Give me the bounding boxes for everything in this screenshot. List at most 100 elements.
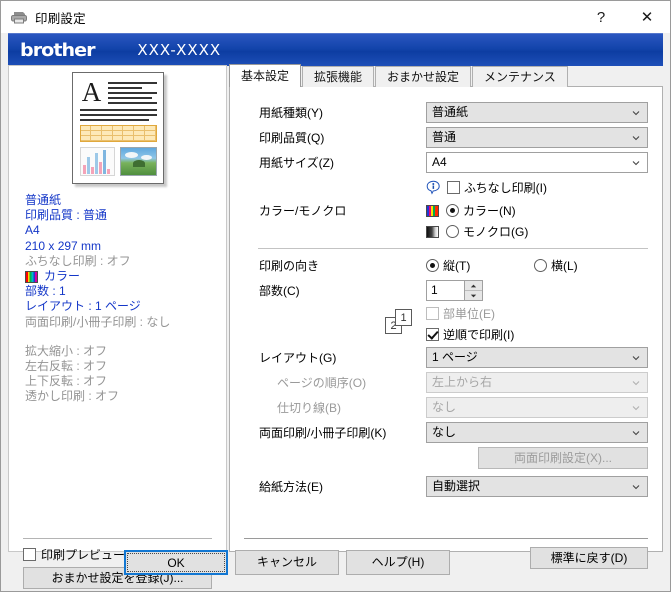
landscape-label: 横(L) [551, 259, 578, 273]
radio-dot [446, 225, 459, 238]
collate-checkbox[interactable]: 部単位(E) [426, 305, 495, 322]
mono-swatch-icon [426, 225, 439, 238]
window-title: 印刷設定 [35, 11, 86, 26]
paper-size-select[interactable]: A4 [426, 152, 648, 173]
media-type-select[interactable]: 普通紙 [426, 102, 648, 123]
border-line-value: なし [432, 400, 457, 414]
layout-select[interactable]: 1 ページ [426, 347, 648, 368]
copies-stepper[interactable]: 1 [426, 280, 483, 301]
dialog-footer: OK キャンセル ヘルプ(H) [8, 542, 663, 584]
collate-label: 部単位(E) [443, 307, 495, 321]
color-option-label: カラー(N) [463, 204, 516, 218]
row-print-quality: 印刷品質(Q) 普通 [244, 125, 648, 150]
row-duplex: 両面印刷/小冊子印刷(K) なし [244, 420, 648, 445]
radio-mono[interactable]: モノクロ(G) [446, 223, 528, 240]
paper-source-value: 自動選択 [432, 479, 481, 493]
chevron-down-icon [632, 354, 640, 362]
divider [244, 538, 648, 539]
chevron-down-icon [632, 404, 640, 412]
paper-source-select[interactable]: 自動選択 [426, 476, 648, 497]
stepper-arrows[interactable] [464, 281, 482, 300]
row-duplex-settings: 両面印刷設定(X)... [244, 445, 648, 470]
radio-dot [446, 204, 459, 217]
layout-label: レイアウト(G) [259, 351, 337, 365]
page-sequence-label: ページの順序(O) [277, 376, 367, 390]
chevron-down-icon [632, 134, 640, 142]
summary-item: 拡大縮小 : オフ [25, 343, 108, 358]
divider [23, 538, 212, 539]
page-sequence-select: 左上から右 [426, 372, 648, 393]
chevron-down-icon [632, 483, 640, 491]
tab-advanced[interactable]: 拡張機能 [302, 66, 375, 87]
tab-basic[interactable]: 基本設定 [229, 64, 302, 87]
summary-item: 左右反転 : オフ [25, 359, 108, 374]
help-button[interactable]: ? [578, 1, 624, 33]
summary-item: 普通紙 [25, 193, 62, 207]
page-order-icon: 2 1 [385, 309, 415, 335]
duplex-settings-button: 両面印刷設定(X)... [478, 446, 648, 469]
reverse-order-checkbox[interactable]: 逆順で印刷(I) [426, 326, 514, 343]
preview-photo [119, 147, 157, 176]
tab-panel-basic: 用紙種類(Y) 普通紙 印刷品質(Q) 普通 用紙サイズ(Z) A4 ふちなし印… [229, 86, 663, 569]
preview-paragraph [79, 109, 157, 121]
row-paper-source: 給紙方法(E) 自動選択 [244, 474, 648, 499]
summary-item: カラー [44, 269, 81, 284]
radio-portrait[interactable]: 縦(T) [426, 257, 534, 274]
paper-source-label: 給紙方法(E) [259, 480, 323, 494]
orientation-label: 印刷の向き [259, 259, 320, 273]
brand-bar: brother XXX-XXXX [8, 33, 663, 66]
print-quality-select[interactable]: 普通 [426, 127, 648, 148]
tab-bar: 基本設定 拡張機能 おまかせ設定 メンテナンス [229, 64, 569, 87]
info-icon [426, 180, 441, 195]
preview-pane: A 普通紙 印刷品質: 普通 A4 210 x 297 mm ふちなし印刷:… [8, 65, 227, 589]
row-orientation: 印刷の向き 縦(T) 横(L) [244, 253, 648, 278]
checkbox-box [447, 181, 460, 194]
color-swatch-icon [426, 204, 439, 217]
printer-icon [10, 9, 28, 25]
stepper-up-icon[interactable] [465, 281, 482, 291]
row-media-type: 用紙種類(Y) 普通紙 [244, 100, 648, 125]
summary-item-color: カラー [25, 269, 216, 284]
stepper-down-icon[interactable] [465, 291, 482, 300]
preview-text-block [107, 80, 157, 107]
printer-model: XXX-XXXX [137, 41, 222, 59]
summary-item: ふちなし印刷 : オフ [25, 253, 131, 268]
row-color-mono: カラー/モノクロ カラー(N) [244, 200, 648, 221]
tab-maintenance[interactable]: メンテナンス [472, 66, 568, 87]
borderless-checkbox[interactable]: ふちなし印刷(I) [447, 179, 547, 196]
radio-landscape[interactable]: 横(L) [534, 257, 578, 274]
cancel-button[interactable]: キャンセル [235, 550, 339, 575]
paper-size-value: A4 [432, 155, 447, 169]
preview-bar-chart [79, 147, 115, 176]
checkbox-box [426, 328, 439, 341]
title-bar: 印刷設定 ? ✕ [1, 1, 670, 33]
media-type-value: 普通紙 [432, 105, 469, 119]
summary-item: 印刷品質 : 普通 [25, 208, 108, 223]
duplex-select[interactable]: なし [426, 422, 648, 443]
print-quality-label: 印刷品質(Q) [259, 131, 325, 145]
summary-item: レイアウト : 1 ページ [25, 299, 141, 314]
row-copies: 部数(C) 1 [244, 278, 648, 303]
reverse-order-label: 逆順で印刷(I) [443, 328, 515, 342]
row-borderless: ふちなし印刷(I) [244, 175, 648, 200]
summary-item: 上下反転 : オフ [25, 374, 108, 389]
radio-dot [534, 259, 547, 272]
color-swatch-icon [25, 270, 38, 283]
settings-summary: 普通紙 印刷品質 : 普通 A4 210 x 297 mm ふちなし印刷 : オ… [25, 193, 216, 405]
color-mono-label: カラー/モノクロ [259, 204, 347, 218]
ok-button[interactable]: OK [124, 550, 228, 575]
duplex-label: 両面印刷/小冊子印刷(K) [259, 426, 387, 440]
media-type-label: 用紙種類(Y) [259, 106, 323, 120]
help-button-footer[interactable]: ヘルプ(H) [346, 550, 450, 575]
tab-presets[interactable]: おまかせ設定 [375, 66, 472, 87]
borderless-label: ふちなし印刷(I) [464, 181, 547, 195]
preview-letter-a: A [81, 77, 102, 107]
copies-label: 部数(C) [259, 284, 300, 298]
border-line-label: 仕切り線(B) [277, 401, 341, 415]
paper-size-label: 用紙サイズ(Z) [259, 156, 334, 170]
close-icon[interactable]: ✕ [624, 1, 670, 33]
mono-option-label: モノクロ(G) [463, 225, 529, 239]
radio-color[interactable]: カラー(N) [446, 202, 516, 219]
print-quality-value: 普通 [432, 130, 457, 144]
chevron-down-icon [632, 379, 640, 387]
